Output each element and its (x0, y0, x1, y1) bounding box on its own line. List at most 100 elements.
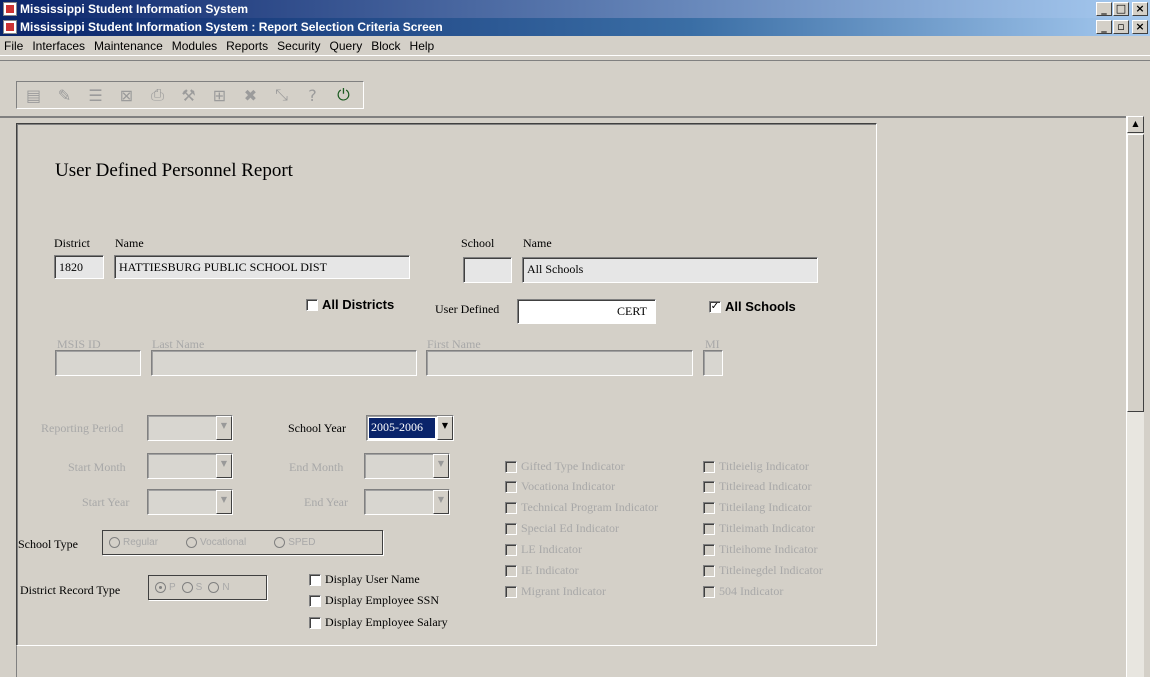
indicator-migrant[interactable]: Migrant Indicator (505, 584, 606, 599)
indicator-504[interactable]: 504 Indicator (703, 584, 783, 599)
display-employee-ssn-checkbox[interactable]: Display Employee SSN (309, 593, 439, 608)
all-schools-box[interactable]: ✓ (709, 300, 721, 313)
district-code-field[interactable]: 1820 (54, 255, 104, 279)
school-year-select[interactable]: 2005-2006 ▼ (366, 415, 454, 441)
first-name-field[interactable] (426, 350, 693, 376)
mi-field[interactable] (703, 350, 723, 376)
record-type-s[interactable]: S (181, 582, 202, 593)
menu-interfaces[interactable]: Interfaces (32, 39, 85, 53)
end-year-select[interactable]: ▼ (364, 489, 450, 515)
menu-maintenance[interactable]: Maintenance (94, 39, 163, 53)
msis-id-field[interactable] (55, 350, 141, 376)
chevron-down-icon[interactable]: ▼ (433, 454, 449, 478)
indicator-titleilang[interactable]: Titleilang Indicator (703, 500, 812, 515)
list-icon[interactable]: ☰ (81, 83, 110, 107)
menu-help[interactable]: Help (410, 39, 435, 53)
menu-reports[interactable]: Reports (226, 39, 268, 53)
display-employee-salary-checkbox[interactable]: Display Employee Salary (309, 615, 448, 630)
close-button[interactable]: × (1132, 2, 1148, 16)
reporting-period-value (148, 416, 216, 440)
district-record-type-label: District Record Type (20, 583, 121, 597)
indicator-gifted-type[interactable]: Gifted Type Indicator (505, 459, 625, 474)
inner-window-title: Mississippi Student Information System :… (20, 20, 443, 34)
start-year-select[interactable]: ▼ (147, 489, 233, 515)
reporting-period-select[interactable]: ▼ (147, 415, 233, 441)
help-icon[interactable]: ? (298, 83, 327, 107)
reporting-period-label: Reporting Period (41, 421, 124, 435)
chevron-down-icon[interactable]: ▼ (433, 490, 449, 514)
inner-title-bar[interactable]: Mississippi Student Information System :… (0, 18, 1150, 36)
indicator-ie[interactable]: IE Indicator (505, 563, 579, 578)
menu-security[interactable]: Security (277, 39, 320, 53)
end-year-label: End Year (304, 495, 348, 509)
outer-window-title: Mississippi Student Information System (20, 2, 249, 16)
indicator-special-ed[interactable]: Special Ed Indicator (505, 521, 619, 536)
vertical-scrollbar[interactable]: ▲ (1126, 116, 1144, 677)
end-month-select[interactable]: ▼ (364, 453, 450, 479)
menu-block[interactable]: Block (371, 39, 400, 53)
district-name-field[interactable]: HATTIESBURG PUBLIC SCHOOL DIST (114, 255, 410, 279)
all-schools-checkbox[interactable]: ✓ All Schools (709, 299, 796, 314)
indicator-titleiread[interactable]: Titleiread Indicator (703, 479, 812, 494)
chevron-down-icon[interactable]: ▼ (216, 490, 232, 514)
school-type-vocational[interactable]: Vocational (186, 537, 246, 548)
edit-icon[interactable]: ✎ (50, 83, 79, 107)
indicator-vocationa[interactable]: Vocationa Indicator (505, 479, 615, 494)
print-icon[interactable]: ⎙ (143, 83, 172, 107)
record-type-p[interactable]: P (155, 582, 176, 593)
exit-icon[interactable]: ⏻ (329, 83, 358, 107)
delete-icon[interactable]: ✖ (236, 83, 265, 107)
menu-query[interactable]: Query (330, 39, 363, 53)
indicator-titleielig[interactable]: Titleielig Indicator (703, 459, 809, 474)
school-label: School (461, 236, 495, 250)
school-type-regular[interactable]: Regular (109, 537, 158, 548)
end-month-label: End Month (289, 460, 344, 474)
maximize-button[interactable]: □ (1113, 2, 1129, 16)
all-schools-label: All Schools (725, 299, 796, 314)
inner-minimize-button[interactable]: _ (1096, 20, 1112, 34)
indicator-titleihome[interactable]: Titleihome Indicator (703, 542, 818, 557)
toolbar-buttons: ▤ ✎ ☰ ⊠ ⎙ ⚒ ⊞ ✖ ⤡ ? ⏻ (16, 81, 364, 109)
last-name-field[interactable] (151, 350, 417, 376)
record-type-n[interactable]: N (208, 582, 230, 593)
chevron-down-icon[interactable]: ▼ (216, 454, 232, 478)
tool-icon[interactable]: ⚒ (174, 83, 203, 107)
indicator-titleimath[interactable]: Titleimath Indicator (703, 521, 815, 536)
start-year-label: Start Year (82, 495, 130, 509)
clear-icon[interactable]: ⊠ (112, 83, 141, 107)
all-districts-box[interactable] (306, 298, 318, 311)
cancel-icon[interactable]: ⤡ (267, 83, 296, 107)
end-month-value (365, 454, 433, 478)
school-code-field[interactable] (463, 257, 512, 283)
start-year-value (148, 490, 216, 514)
indicator-le[interactable]: LE Indicator (505, 542, 582, 557)
start-month-select[interactable]: ▼ (147, 453, 233, 479)
page-title: User Defined Personnel Report (55, 160, 293, 181)
school-type-sped[interactable]: SPED (274, 537, 315, 548)
menu-modules[interactable]: Modules (172, 39, 217, 53)
app-icon (3, 2, 17, 16)
scroll-thumb[interactable] (1127, 134, 1144, 412)
save-icon[interactable]: ▤ (19, 83, 48, 107)
menu-bar: File Interfaces Maintenance Modules Repo… (0, 36, 1150, 56)
menu-file[interactable]: File (4, 39, 23, 53)
chevron-down-icon[interactable]: ▼ (437, 416, 453, 440)
all-districts-checkbox[interactable]: All Districts (306, 297, 394, 312)
window-edge (1144, 116, 1150, 677)
query-icon[interactable]: ⊞ (205, 83, 234, 107)
school-type-label: School Type (18, 537, 78, 551)
inner-close-button[interactable]: × (1132, 20, 1148, 34)
school-name-field[interactable]: All Schools (522, 257, 818, 283)
display-user-name-checkbox[interactable]: Display User Name (309, 572, 420, 587)
indicator-titleinegdel[interactable]: Titleinegdel Indicator (703, 563, 823, 578)
minimize-button[interactable]: _ (1096, 2, 1112, 16)
school-year-label: School Year (288, 421, 347, 435)
outer-title-bar[interactable]: Mississippi Student Information System _… (0, 0, 1150, 18)
chevron-down-icon[interactable]: ▼ (216, 416, 232, 440)
user-defined-input[interactable]: CERT (517, 299, 656, 324)
scroll-up-icon[interactable]: ▲ (1127, 116, 1144, 133)
start-month-label: Start Month (68, 460, 126, 474)
inner-restore-button[interactable]: ▫ (1113, 20, 1129, 34)
indicator-technical-program[interactable]: Technical Program Indicator (505, 500, 658, 515)
user-defined-label: User Defined (435, 302, 500, 316)
